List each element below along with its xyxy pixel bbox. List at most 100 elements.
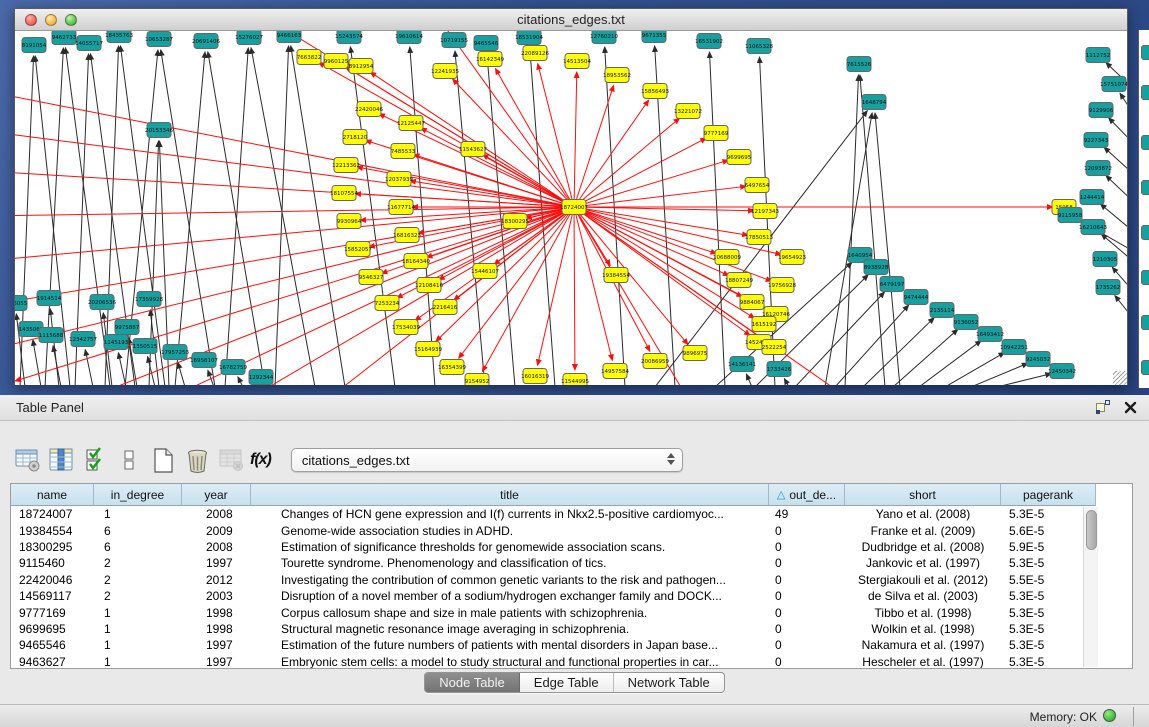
graph-edge[interactable] xyxy=(574,207,575,370)
graph-node[interactable]: 20691406 xyxy=(192,34,220,49)
graph-node[interactable]: 1648794 xyxy=(862,95,887,110)
graph-edge[interactable] xyxy=(15,171,574,207)
graph-node[interactable]: 17359928 xyxy=(135,292,163,307)
tab-network-table[interactable]: Network Table xyxy=(614,673,724,692)
graph-node[interactable]: 18435763 xyxy=(105,31,133,43)
table-cell[interactable]: 9463627 xyxy=(11,654,94,669)
graph-node[interactable]: 14957584 xyxy=(601,364,629,379)
table-cell[interactable]: 9115460 xyxy=(11,555,94,571)
graph-edge[interactable] xyxy=(53,346,61,385)
graph-node[interactable]: 15446107 xyxy=(471,264,499,279)
table-cell[interactable]: 2008 xyxy=(182,539,251,555)
graph-node[interactable]: 14055717 xyxy=(75,36,103,51)
graph-node[interactable]: 9884067 xyxy=(740,295,765,310)
graph-node[interactable]: 7615526 xyxy=(847,57,872,72)
graph-node[interactable]: 19756928 xyxy=(768,278,796,293)
graph-node[interactable]: 8191054 xyxy=(22,38,47,53)
graph-node[interactable]: 22089126 xyxy=(521,46,549,61)
table-cell[interactable]: Nakamura et al. (1997) xyxy=(845,637,1001,653)
graph-node[interactable]: 1244414 xyxy=(1080,190,1105,205)
table-cell[interactable]: 9699695 xyxy=(11,621,94,637)
table-cell[interactable]: 14569117 xyxy=(11,588,94,604)
graph-node[interactable]: 10719155 xyxy=(440,33,468,48)
graph-node[interactable]: 11543627 xyxy=(459,142,487,157)
table-cell[interactable]: 2012 xyxy=(182,572,251,588)
graph-node[interactable] xyxy=(1141,315,1149,330)
table-cell[interactable]: Yano et al. (2008) xyxy=(845,506,1001,522)
graph-edge[interactable] xyxy=(15,131,574,207)
new-table-icon[interactable] xyxy=(146,445,180,475)
table-row[interactable]: 969969511998Structural magnetic resonanc… xyxy=(11,621,1132,637)
table-row[interactable]: 1872400712008Changes of HCN gene express… xyxy=(11,506,1132,522)
graph-edge[interactable] xyxy=(275,46,289,385)
graph-node[interactable]: 18724007 xyxy=(560,200,588,215)
table-cell[interactable]: 9777169 xyxy=(11,604,94,620)
graph-node[interactable]: 1292344 xyxy=(249,370,274,385)
table-row[interactable]: 1938455462009Genome-wide association stu… xyxy=(11,522,1132,538)
memory-ok-indicator-icon[interactable] xyxy=(1103,709,1116,722)
column-header-short[interactable]: short xyxy=(845,484,1001,506)
table-cell[interactable]: 0 xyxy=(769,637,845,653)
table-cell[interactable]: 2 xyxy=(94,555,182,571)
table-cell[interactable]: 5.3E-5 xyxy=(1001,604,1096,620)
table-cell[interactable]: 2008 xyxy=(182,506,251,522)
graph-node[interactable]: 20153346 xyxy=(145,123,173,138)
table-cell[interactable]: Jankovic et al. (1997) xyxy=(845,555,1001,571)
table-cell[interactable]: 22420046 xyxy=(11,572,94,588)
graph-node[interactable]: 1733426 xyxy=(767,362,792,377)
table-cell[interactable]: 6 xyxy=(94,539,182,555)
table-cell[interactable]: Franke et al. (2009) xyxy=(845,522,1001,538)
table-row[interactable]: 2242004622012Investigating the contribut… xyxy=(11,572,1132,588)
table-cell[interactable]: Estimation of the future numbers of pati… xyxy=(251,637,769,653)
graph-node[interactable]: 9896975 xyxy=(683,346,708,361)
table-scroll-thumb[interactable] xyxy=(1086,510,1097,550)
table-cell[interactable]: 0 xyxy=(769,555,845,571)
graph-node[interactable]: 14513504 xyxy=(563,54,591,69)
graph-node[interactable]: 20206536 xyxy=(88,295,116,310)
table-cell[interactable]: Genome-wide association studies in ADHD. xyxy=(251,522,769,538)
graph-node[interactable]: 16016319 xyxy=(521,369,549,384)
graph-node[interactable]: 19610614 xyxy=(395,31,423,44)
table-cell[interactable]: 1 xyxy=(94,604,182,620)
row-selection-icon[interactable] xyxy=(78,445,112,475)
graph-node[interactable]: 13221072 xyxy=(674,104,702,119)
table-cell[interactable]: 18300295 xyxy=(11,539,94,555)
graph-edge[interactable] xyxy=(919,341,981,385)
graph-node[interactable] xyxy=(1141,135,1149,150)
graph-node[interactable]: 12241935 xyxy=(431,64,459,79)
table-cell[interactable]: 6 xyxy=(94,522,182,538)
graph-edge[interactable] xyxy=(238,377,243,385)
graph-node[interactable]: 9466163 xyxy=(277,31,302,43)
graph-edge[interactable] xyxy=(161,50,215,385)
graph-edge[interactable] xyxy=(574,186,746,207)
graph-node[interactable]: 16354399 xyxy=(438,360,466,375)
graph-node[interactable] xyxy=(1141,270,1149,285)
graph-node[interactable] xyxy=(1141,180,1149,195)
tab-node-table[interactable]: Node Table xyxy=(425,673,520,692)
table-scrollbar[interactable] xyxy=(1083,507,1098,667)
graph-node[interactable]: 2526055 xyxy=(15,296,28,311)
graph-node[interactable]: 12108416 xyxy=(415,278,443,293)
graph-node[interactable]: 15164939 xyxy=(414,342,442,357)
table-cell[interactable]: 5.3E-5 xyxy=(1001,654,1096,669)
table-cell[interactable]: Structural magnetic resonance image aver… xyxy=(251,621,769,637)
graph-edge[interactable] xyxy=(1115,296,1127,327)
graph-edge[interactable] xyxy=(574,207,750,336)
graph-node[interactable]: 2522254 xyxy=(762,340,787,355)
graph-node[interactable]: 8938928 xyxy=(864,260,889,275)
graph-node[interactable]: 17957253 xyxy=(161,345,189,360)
graph-node[interactable]: 6497654 xyxy=(745,178,770,193)
table-cell[interactable]: 1998 xyxy=(182,604,251,620)
graph-edge[interactable] xyxy=(50,309,59,385)
graph-edge[interactable] xyxy=(574,85,614,207)
graph-node[interactable]: 10688009 xyxy=(713,250,741,265)
row-height-icon[interactable] xyxy=(112,445,146,475)
graph-node[interactable]: 16816323 xyxy=(393,228,421,243)
graph-node[interactable]: 12760210 xyxy=(590,31,618,44)
graph-node[interactable]: 16210643 xyxy=(1079,220,1107,235)
graph-node[interactable]: 18807249 xyxy=(725,273,753,288)
graph-node[interactable]: 12037939 xyxy=(385,172,413,187)
graph-node[interactable]: 2718120 xyxy=(343,130,368,145)
graph-edge[interactable] xyxy=(746,374,752,385)
graph-node[interactable]: 18164340 xyxy=(402,254,430,269)
